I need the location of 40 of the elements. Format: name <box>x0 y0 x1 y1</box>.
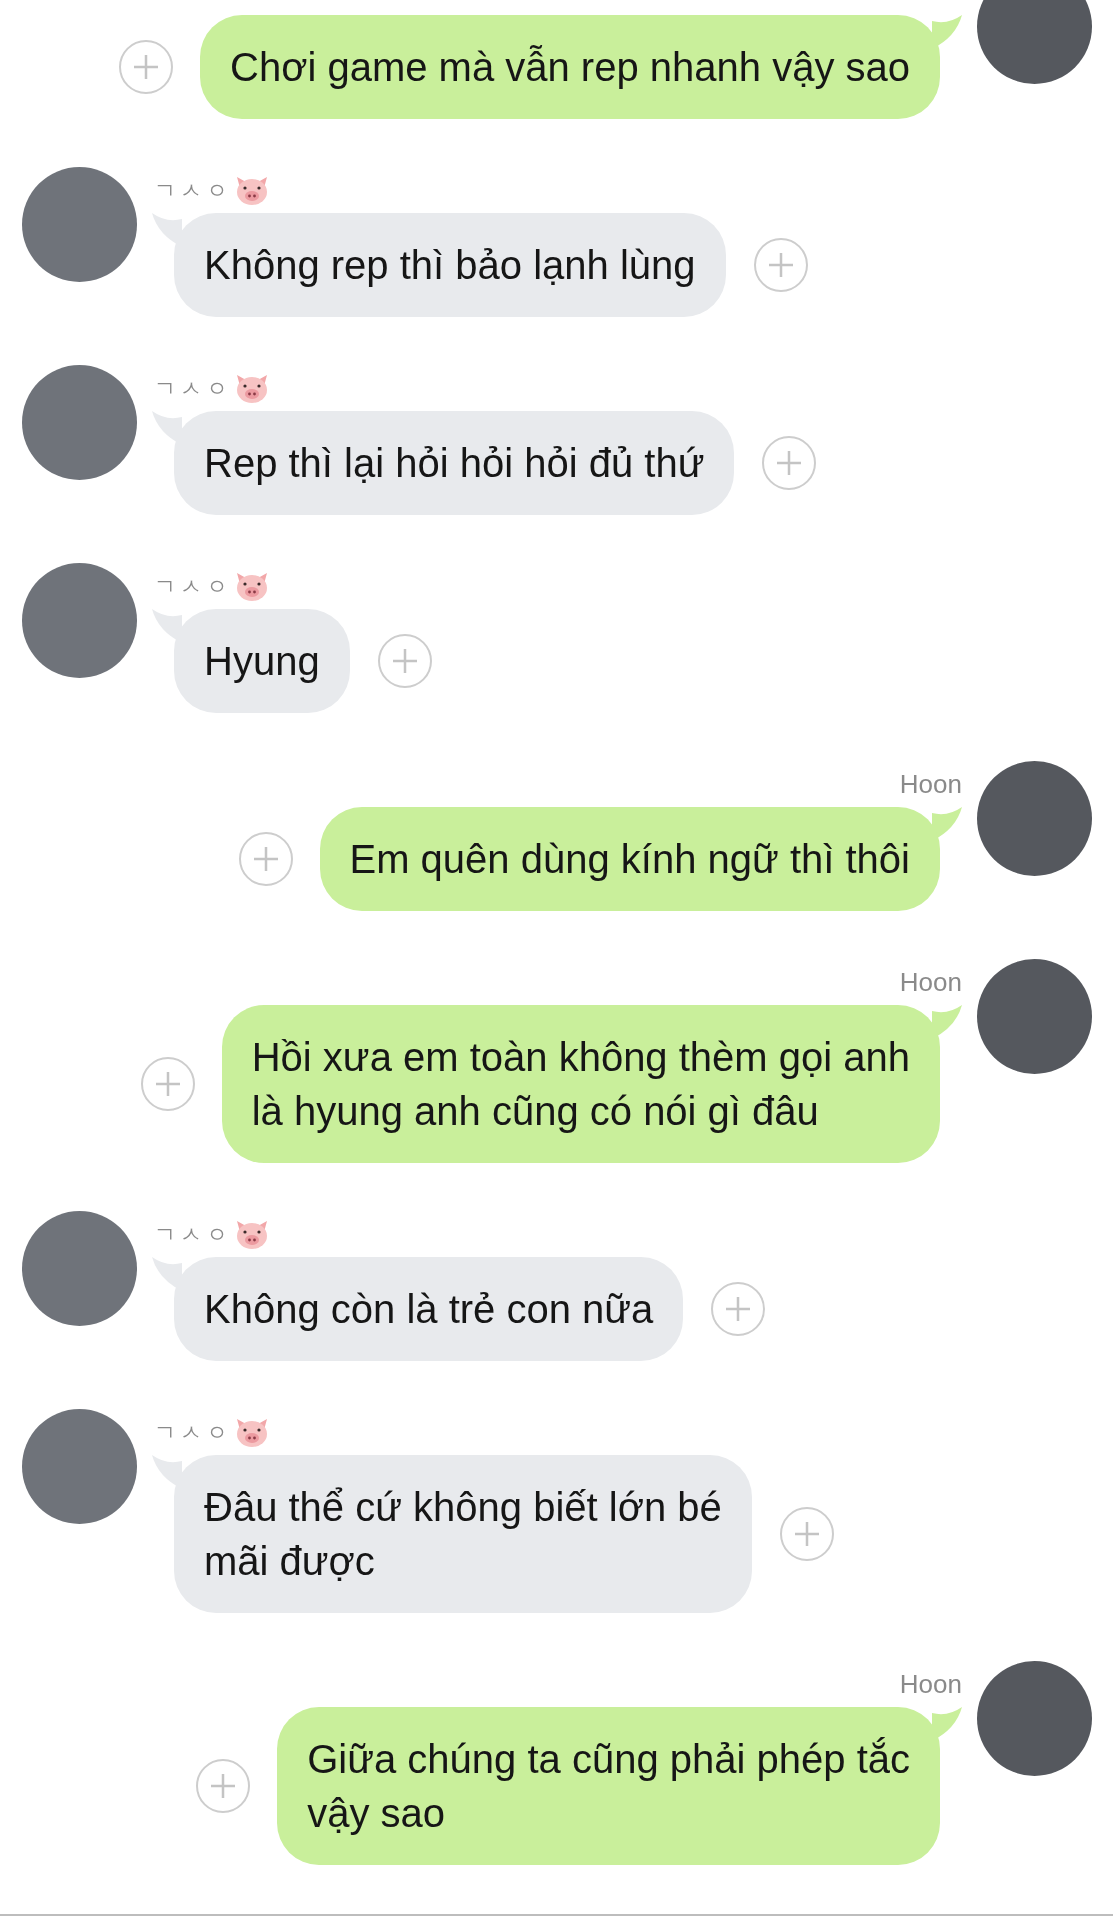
sender-name: ㄱㅅㅇ <box>154 176 232 205</box>
sender-name: Hoon <box>899 1667 962 1701</box>
pig-icon <box>234 372 270 404</box>
message-bubble: Giữa chúng ta cũng phải phép tắc vậy sao <box>277 1707 940 1865</box>
message-bubble: Không rep thì bảo lạnh lùng <box>174 213 726 317</box>
add-button[interactable] <box>238 832 293 886</box>
pig-icon <box>234 174 270 206</box>
plus-icon <box>775 449 804 477</box>
message-bubble: Hyung <box>174 609 350 713</box>
sender-name: Hoon <box>899 965 962 999</box>
plus-icon <box>724 1295 753 1323</box>
message-bubble: Rep thì lại hỏi hỏi hỏi đủ thứ <box>174 411 735 515</box>
sender-name: ㄱㅅㅇ <box>154 1220 232 1249</box>
pig-icon <box>234 1416 270 1448</box>
message-bubble: Em quên dùng kính ngữ thì thôi <box>319 807 940 911</box>
message-bubble: Hồi xưa em toàn không thèm gọi anh là hyung anh cũng có nói gì đâu <box>221 1005 940 1163</box>
add-button[interactable] <box>711 1282 766 1336</box>
plus-icon <box>132 53 161 81</box>
plus-icon <box>251 845 280 873</box>
pig-icon <box>234 570 270 602</box>
message-bubble: Đâu thể cứ không biết lớn bé mãi được <box>174 1455 752 1613</box>
plus-icon <box>209 1772 238 1800</box>
plus-icon <box>766 251 795 279</box>
sender-name: ㄱㅅㅇ <box>154 1418 232 1447</box>
plus-icon <box>153 1070 182 1098</box>
plus-icon <box>390 647 419 675</box>
add-button[interactable] <box>196 1759 251 1813</box>
message-bubble: Không còn là trẻ con nữa <box>174 1257 684 1361</box>
plus-icon <box>792 1520 821 1548</box>
sender-name: ㄱㅅㅇ <box>154 572 232 601</box>
add-button[interactable] <box>753 238 808 292</box>
add-button[interactable] <box>762 436 817 490</box>
add-button[interactable] <box>779 1507 834 1561</box>
add-button[interactable] <box>140 1057 195 1111</box>
sender-name: Hoon <box>899 767 962 801</box>
add-button[interactable] <box>377 634 432 688</box>
pig-icon <box>234 1218 270 1250</box>
sender-name: ㄱㅅㅇ <box>154 374 232 403</box>
message-bubble: Chơi game mà vẫn rep nhanh vậy sao <box>200 15 940 119</box>
add-button[interactable] <box>119 40 174 94</box>
